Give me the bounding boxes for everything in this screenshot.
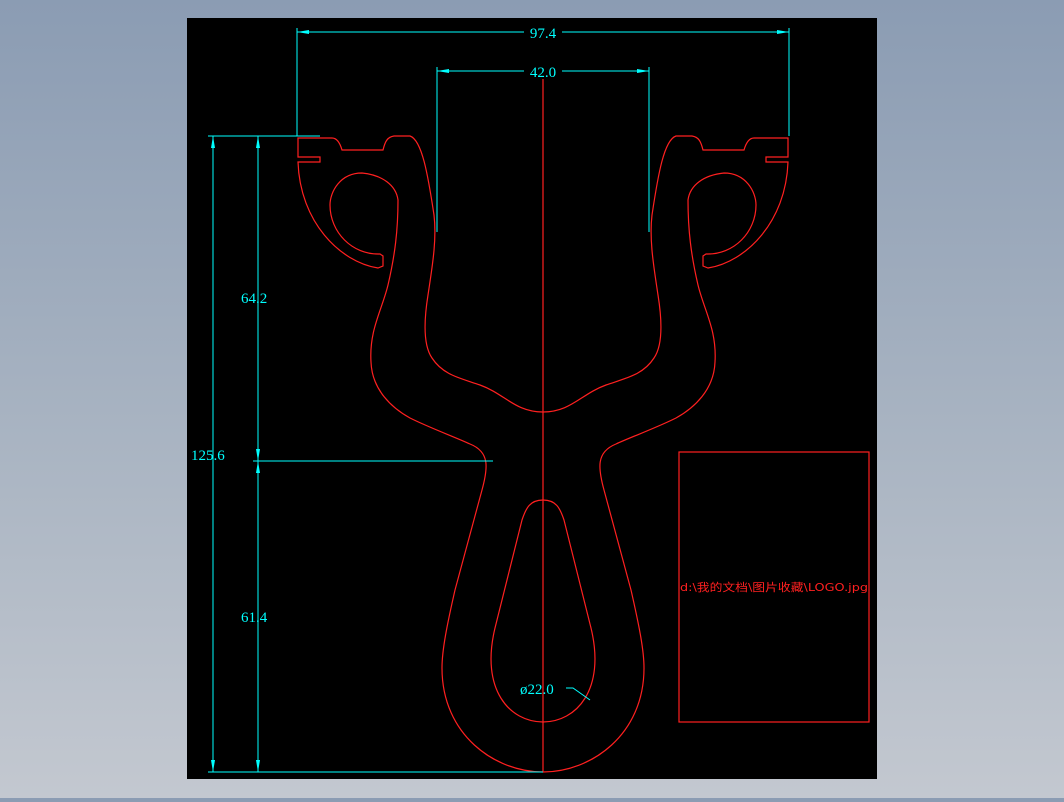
image-path-label: d:\我的文档\图片收藏\LOGO.jpg <box>680 580 868 594</box>
cad-drawing-svg: d:\我的文档\图片收藏\LOGO.jpg 97.4 42.0 125.6 64… <box>187 18 877 779</box>
dim-overall-height-label: 125.6 <box>191 448 225 464</box>
dim-diameter-label: ø22.0 <box>520 682 554 698</box>
drawing-canvas <box>187 18 877 779</box>
dim-lower-height-label: 61.4 <box>241 610 268 626</box>
dim-upper-height-label: 64.2 <box>241 291 267 307</box>
dim-inner-width-label: 42.0 <box>530 65 556 81</box>
cad-viewport[interactable]: d:\我的文档\图片收藏\LOGO.jpg 97.4 42.0 125.6 64… <box>0 0 1064 798</box>
dim-overall-width-label: 97.4 <box>530 26 557 42</box>
